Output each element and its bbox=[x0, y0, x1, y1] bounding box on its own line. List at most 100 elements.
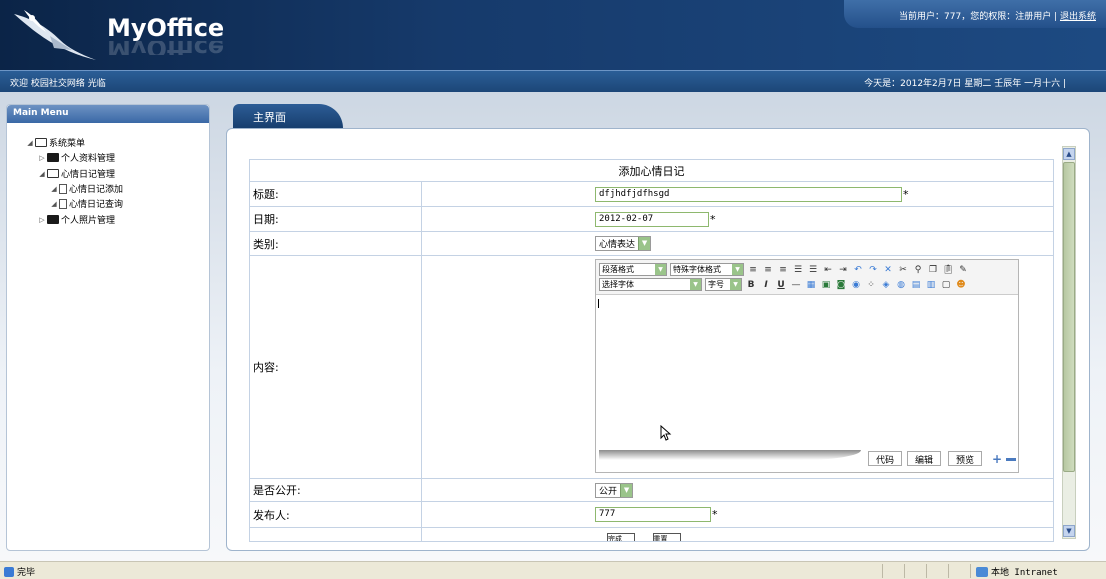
delete-icon[interactable]: ✕ bbox=[882, 264, 894, 276]
header: MyOffice MyOffice 当前用户：777，您的权限：注册用户 | 退… bbox=[0, 0, 1106, 70]
editor-content-area[interactable] bbox=[596, 295, 1018, 450]
font-size-select[interactable]: 字号 ▼ bbox=[705, 278, 742, 291]
date-text: 今天是：2012年2月7日 星期二 壬辰年 一月十六 | bbox=[864, 79, 1066, 89]
title-input[interactable]: dfjhdfjdfhsgd bbox=[595, 186, 902, 202]
tree-item-diary-query[interactable]: ◢ 心情日记查询 bbox=[49, 197, 123, 210]
outdent-icon[interactable]: ⇤ bbox=[822, 264, 834, 276]
expand-arrow-icon[interactable]: ◢ bbox=[37, 170, 47, 178]
browser-status-bar: 完毕 本地 Intranet bbox=[0, 561, 1106, 579]
insert-link-icon[interactable]: ◈ bbox=[880, 279, 892, 291]
public-label: 是否公开: bbox=[249, 478, 422, 502]
logout-link[interactable]: 退出系统 bbox=[1060, 12, 1096, 22]
editor-shadow bbox=[599, 450, 861, 460]
category-value: 心情表达 bbox=[599, 240, 636, 250]
expand-editor-icon[interactable]: + bbox=[992, 453, 1002, 465]
emoticon-icon[interactable]: ☻ bbox=[955, 279, 967, 291]
dropdown-arrow-icon[interactable]: ▼ bbox=[732, 264, 743, 275]
publisher-input[interactable]: 777 bbox=[595, 507, 711, 522]
code-mode-button[interactable]: 代码 bbox=[868, 451, 903, 466]
scroll-up-icon[interactable]: ▲ bbox=[1063, 148, 1075, 160]
date-input[interactable]: 2012-02-07 bbox=[595, 211, 709, 227]
editor-footer: 代码 编辑 预览 + bbox=[596, 450, 1018, 472]
cut-icon[interactable]: ✂ bbox=[897, 264, 909, 276]
dropdown-arrow-icon[interactable]: ▼ bbox=[655, 264, 666, 275]
copy-icon[interactable]: ❐ bbox=[927, 264, 939, 276]
scroll-down-icon[interactable]: ▼ bbox=[1063, 525, 1075, 537]
special-format-select[interactable]: 特殊字体格式 ▼ bbox=[670, 263, 744, 276]
left-menu: Main Menu ◢ 系统菜单 ▷ 个人资料管理 ◢ 心情日记管理 ◢ 心情日… bbox=[6, 104, 210, 551]
find-icon[interactable]: ⚲ bbox=[912, 264, 924, 276]
editor-toolbar: 段落格式 ▼ 特殊字体格式 ▼ ≡ ≡ ≡ ☰ ☰ ⇤ ⇥ ↶ ↷ ✕ ✂ ⚲ … bbox=[596, 260, 1018, 295]
indent-icon[interactable]: ⇥ bbox=[837, 264, 849, 276]
tree-item-label: 个人照片管理 bbox=[61, 216, 116, 226]
expand-arrow-icon: ◢ bbox=[51, 184, 57, 193]
folder-open-icon bbox=[47, 169, 59, 178]
tree-root[interactable]: ◢ 系统菜单 bbox=[25, 136, 85, 149]
dropdown-arrow-icon[interactable]: ▼ bbox=[690, 279, 701, 290]
template-icon[interactable]: ▢ bbox=[940, 279, 952, 291]
publisher-label: 发布人: bbox=[249, 501, 422, 528]
unordered-list-icon[interactable]: ☰ bbox=[807, 264, 819, 276]
paste-icon[interactable]: 📋︎ bbox=[942, 264, 954, 276]
submit-button[interactable]: 完成 bbox=[607, 533, 635, 541]
expand-arrow-icon[interactable]: ◢ bbox=[25, 139, 35, 147]
page-icon bbox=[59, 198, 67, 209]
align-right-icon[interactable]: ≡ bbox=[777, 264, 789, 276]
welcome-text: 欢迎 校园社交网络 光临 bbox=[10, 79, 106, 89]
public-value: 公开 bbox=[599, 486, 618, 497]
menu-title: Main Menu bbox=[7, 105, 209, 123]
ordered-list-icon[interactable]: ☰ bbox=[792, 264, 804, 276]
tree-item-label: 心情日记添加 bbox=[69, 185, 124, 195]
vertical-scrollbar[interactable]: ▲ ▼ bbox=[1062, 146, 1076, 539]
underline-icon[interactable]: U bbox=[775, 279, 787, 291]
tree-item-photos[interactable]: ▷ 个人照片管理 bbox=[37, 213, 115, 226]
insert-media-icon[interactable]: ◙ bbox=[835, 279, 847, 291]
tree-item-diary-add[interactable]: ◢ 心情日记添加 bbox=[49, 182, 123, 195]
tab-main[interactable]: 主界面 bbox=[233, 104, 343, 128]
logo-text: MyOffice bbox=[107, 14, 225, 42]
zone-text: 本地 Intranet bbox=[991, 568, 1058, 578]
public-select[interactable]: 公开 ▼ bbox=[595, 482, 634, 498]
text-caret bbox=[598, 299, 599, 308]
dropdown-arrow-icon[interactable]: ▼ bbox=[730, 279, 741, 290]
rich-text-editor: 段落格式 ▼ 特殊字体格式 ▼ ≡ ≡ ≡ ☰ ☰ ⇤ ⇥ ↶ ↷ ✕ ✂ ⚲ … bbox=[595, 259, 1019, 473]
align-left-icon[interactable]: ≡ bbox=[747, 264, 759, 276]
collapse-arrow-icon[interactable]: ▷ bbox=[37, 216, 47, 224]
horizontal-rule-icon[interactable]: — bbox=[790, 279, 802, 291]
tree-item-label: 心情日记查询 bbox=[69, 200, 124, 210]
redo-icon[interactable]: ↷ bbox=[867, 264, 879, 276]
align-center-icon[interactable]: ≡ bbox=[762, 264, 774, 276]
collapse-arrow-icon[interactable]: ▷ bbox=[37, 154, 47, 162]
insert-flash-icon[interactable]: ◉ bbox=[850, 279, 862, 291]
page-done-icon bbox=[4, 566, 14, 577]
form-title: 添加心情日记 bbox=[249, 159, 1054, 182]
date-label: 日期: bbox=[249, 206, 422, 232]
reset-button[interactable]: 重置 bbox=[652, 533, 681, 541]
diary-form: 添加心情日记 标题: dfjhdfjdfhsgd * 日期: 2012-02-07… bbox=[249, 159, 1054, 542]
category-label: 类别: bbox=[249, 231, 422, 256]
special-char-icon[interactable]: ⁘ bbox=[865, 279, 877, 291]
preview-mode-button[interactable]: 预览 bbox=[948, 451, 983, 466]
tree-item-profile[interactable]: ▷ 个人资料管理 bbox=[37, 151, 115, 164]
undo-icon[interactable]: ↶ bbox=[852, 264, 864, 276]
dropdown-arrow-icon[interactable]: ▼ bbox=[620, 483, 633, 497]
font-select[interactable]: 选择字体 ▼ bbox=[599, 278, 702, 291]
insert-table-icon[interactable]: ▦ bbox=[805, 279, 817, 291]
scroll-thumb[interactable] bbox=[1063, 162, 1075, 472]
tree-item-diary[interactable]: ◢ 心情日记管理 bbox=[37, 167, 115, 180]
edit-mode-button[interactable]: 编辑 bbox=[907, 451, 942, 466]
globe-icon[interactable]: ◍ bbox=[895, 279, 907, 291]
bold-icon[interactable]: B bbox=[745, 279, 757, 291]
folder-icon bbox=[47, 215, 59, 224]
html-icon[interactable]: ▥ bbox=[925, 279, 937, 291]
category-select[interactable]: 心情表达 ▼ bbox=[595, 236, 652, 251]
paragraph-format-select[interactable]: 段落格式 ▼ bbox=[599, 263, 667, 276]
user-info-bar: 当前用户：777，您的权限：注册用户 | 退出系统 bbox=[844, 0, 1106, 28]
italic-icon[interactable]: I bbox=[760, 279, 772, 291]
user-info-text: 当前用户：777，您的权限：注册用户 | bbox=[899, 12, 1058, 22]
format-painter-icon[interactable]: ✎ bbox=[957, 264, 969, 276]
table-props-icon[interactable]: ▤ bbox=[910, 279, 922, 291]
shrink-editor-icon[interactable] bbox=[1006, 458, 1016, 461]
dropdown-arrow-icon[interactable]: ▼ bbox=[638, 237, 651, 250]
insert-image-icon[interactable]: ▣ bbox=[820, 279, 832, 291]
